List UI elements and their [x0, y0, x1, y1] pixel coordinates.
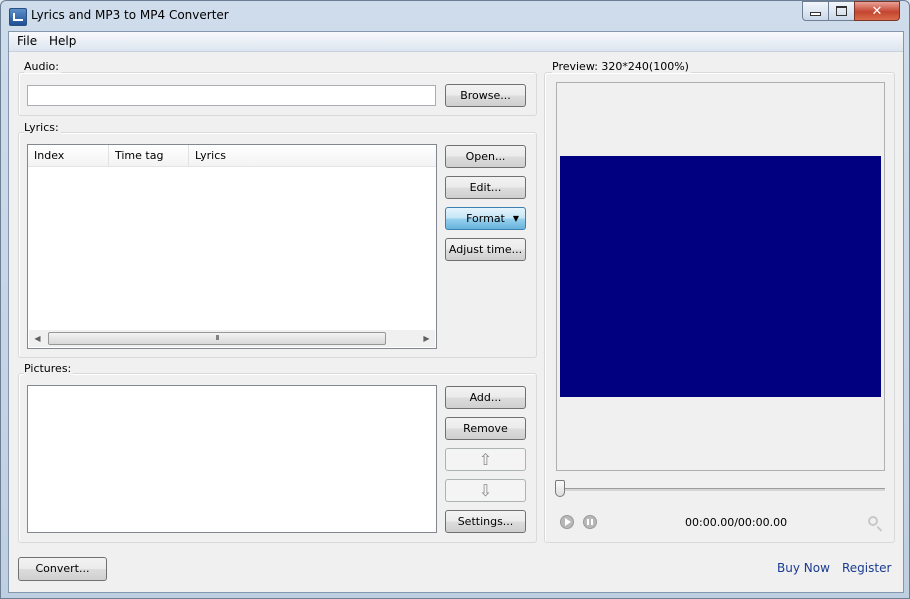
- minimize-icon: [810, 12, 821, 16]
- preview-label: Preview: 320*240(100%): [552, 60, 691, 73]
- scroll-right-icon[interactable]: ▶: [418, 330, 435, 347]
- pictures-label: Pictures:: [24, 362, 74, 375]
- adjust-time-button[interactable]: Adjust time...: [445, 238, 526, 261]
- window-title: Lyrics and MP3 to MP4 Converter: [31, 8, 229, 22]
- play-icon[interactable]: [560, 515, 574, 529]
- app-window: Lyrics and MP3 to MP4 Converter ✕ File H…: [0, 0, 910, 599]
- pictures-list[interactable]: [27, 385, 437, 533]
- zoom-icon[interactable]: [868, 516, 878, 526]
- preview-video: [560, 156, 881, 397]
- maximize-icon: [836, 6, 847, 16]
- client-area: File Help Audio: Browse... Lyrics: Index…: [8, 31, 904, 593]
- menu-bar: File Help: [9, 32, 903, 52]
- scroll-thumb[interactable]: III: [48, 332, 386, 345]
- title-bar[interactable]: Lyrics and MP3 to MP4 Converter ✕: [1, 1, 909, 31]
- format-label: Format: [466, 212, 505, 225]
- move-up-button[interactable]: ⇧: [445, 448, 526, 471]
- add-picture-button[interactable]: Add...: [445, 386, 526, 409]
- open-lyrics-button[interactable]: Open...: [445, 145, 526, 168]
- lyrics-label: Lyrics:: [24, 121, 61, 134]
- lyrics-horizontal-scrollbar[interactable]: ◀ III ▶: [29, 330, 435, 347]
- column-header-time-tag[interactable]: Time tag: [109, 145, 189, 167]
- close-icon: ✕: [871, 3, 883, 19]
- menu-file[interactable]: File: [15, 34, 39, 48]
- convert-button[interactable]: Convert...: [18, 557, 107, 581]
- scroll-left-icon[interactable]: ◀: [29, 330, 46, 347]
- minimize-button[interactable]: [802, 1, 829, 21]
- pause-icon[interactable]: [583, 515, 597, 529]
- column-header-lyrics[interactable]: Lyrics: [189, 145, 436, 167]
- menu-help[interactable]: Help: [47, 34, 78, 48]
- picture-settings-button[interactable]: Settings...: [445, 510, 526, 533]
- app-icon: [9, 8, 27, 26]
- audio-label: Audio:: [24, 60, 61, 73]
- seek-slider-track[interactable]: [557, 488, 885, 491]
- preview-frame: [556, 82, 885, 471]
- arrow-up-icon: ⇧: [478, 450, 493, 469]
- browse-button[interactable]: Browse...: [445, 84, 526, 107]
- arrow-down-icon: ⇩: [478, 481, 493, 500]
- register-link[interactable]: Register: [842, 561, 891, 575]
- move-down-button[interactable]: ⇩: [445, 479, 526, 502]
- format-dropdown-button[interactable]: Format ▼: [445, 207, 526, 230]
- close-button[interactable]: ✕: [854, 1, 900, 21]
- maximize-button[interactable]: [828, 1, 855, 21]
- seek-slider-thumb[interactable]: [555, 480, 565, 497]
- column-header-index[interactable]: Index: [28, 145, 109, 167]
- dropdown-arrow-icon: ▼: [512, 214, 519, 223]
- lyrics-list[interactable]: Index Time tag Lyrics ◀ III ▶: [27, 144, 437, 349]
- audio-path-input[interactable]: [27, 85, 436, 106]
- edit-lyrics-button[interactable]: Edit...: [445, 176, 526, 199]
- playback-time: 00:00.00/00:00.00: [685, 516, 788, 529]
- buy-now-link[interactable]: Buy Now: [777, 561, 830, 575]
- remove-picture-button[interactable]: Remove: [445, 417, 526, 440]
